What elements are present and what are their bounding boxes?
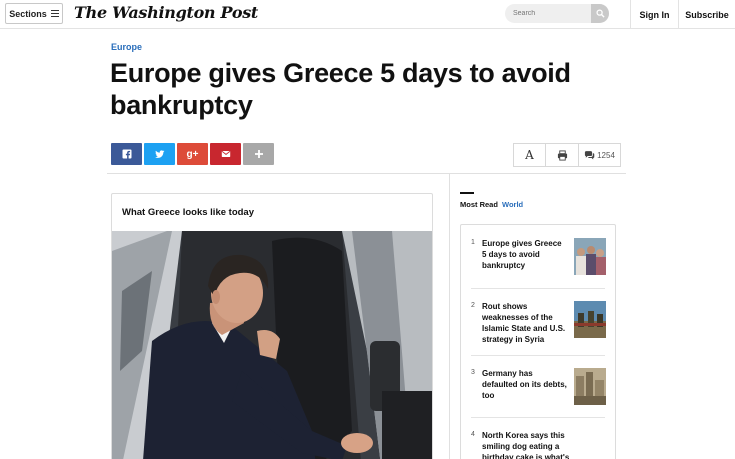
text-size-icon: A: [525, 148, 534, 162]
photo-gallery[interactable]: What Greece looks like today: [111, 193, 433, 459]
twitter-icon: [154, 150, 164, 158]
item-title[interactable]: North Korea says this smiling dog eating…: [482, 430, 582, 459]
list-item[interactable]: 3 Germany has defaulted on its debts, to…: [471, 368, 606, 407]
most-read-marker: [460, 192, 474, 194]
article-kicker[interactable]: Europe: [111, 42, 142, 52]
item-number: 3: [471, 369, 475, 376]
hamburger-menu-icon: [50, 10, 59, 17]
top-navigation-bar: Sections The Washington Post Sign In Sub…: [0, 0, 735, 29]
plus-icon: [254, 150, 263, 158]
ruined-city-photo: [574, 368, 606, 405]
list-item[interactable]: 4 North Korea says this smiling dog eati…: [471, 431, 605, 459]
most-read-section[interactable]: World: [502, 200, 523, 209]
comment-count: 1254: [597, 150, 615, 160]
search-icon: [595, 9, 605, 18]
sign-in-link[interactable]: Sign In: [631, 0, 678, 29]
most-read-label: Most Read: [460, 200, 498, 209]
search-button[interactable]: [591, 4, 609, 23]
item-number: 4: [471, 431, 475, 438]
gallery-photo[interactable]: [112, 231, 432, 459]
soldiers-photo: [574, 301, 606, 338]
subscribe-link[interactable]: Subscribe: [679, 0, 735, 29]
item-title[interactable]: Europe gives Greece 5 days to avoid bank…: [482, 238, 568, 271]
comments-icon: [585, 150, 595, 159]
column-divider: [449, 174, 450, 459]
print-button[interactable]: [546, 143, 579, 167]
crowd-photo: [574, 238, 606, 275]
item-thumbnail[interactable]: [574, 238, 606, 275]
share-twitter-button[interactable]: [144, 143, 175, 165]
facebook-icon: [122, 149, 131, 159]
site-logo[interactable]: The Washington Post: [74, 3, 258, 22]
sections-menu-button[interactable]: Sections: [5, 3, 63, 24]
item-number: 2: [471, 302, 475, 309]
article-headline: Europe gives Greece 5 days to avoid bank…: [110, 58, 571, 120]
text-size-button[interactable]: A: [513, 143, 546, 167]
item-title[interactable]: Rout shows weaknesses of the Islamic Sta…: [482, 301, 568, 345]
list-divider: [471, 288, 605, 289]
email-icon: [221, 150, 230, 157]
list-divider: [471, 355, 605, 356]
item-title[interactable]: Germany has defaulted on its debts, too: [482, 368, 568, 401]
sections-label: Sections: [9, 8, 47, 19]
most-read-list: 1 Europe gives Greece 5 days to avoid ba…: [460, 224, 616, 459]
man-exiting-car-photo: [112, 231, 432, 459]
item-number: 1: [471, 239, 475, 246]
item-thumbnail[interactable]: [574, 301, 606, 338]
list-divider: [471, 417, 605, 418]
google-plus-icon: g+: [186, 148, 199, 160]
comments-button[interactable]: 1254: [579, 143, 621, 167]
share-email-button[interactable]: [210, 143, 241, 165]
print-icon: [557, 149, 567, 161]
list-item[interactable]: 1 Europe gives Greece 5 days to avoid ba…: [471, 238, 606, 277]
share-more-button[interactable]: [243, 143, 274, 165]
share-google-plus-button[interactable]: g+: [177, 143, 208, 165]
search-input[interactable]: [505, 4, 591, 23]
search-box: [505, 4, 609, 23]
share-facebook-button[interactable]: [111, 143, 142, 165]
divider: [107, 173, 626, 174]
gallery-title: What Greece looks like today: [122, 207, 254, 218]
item-thumbnail[interactable]: [574, 368, 606, 405]
most-read-heading: Most Read World: [460, 200, 523, 209]
list-item[interactable]: 2 Rout shows weaknesses of the Islamic S…: [471, 301, 606, 346]
